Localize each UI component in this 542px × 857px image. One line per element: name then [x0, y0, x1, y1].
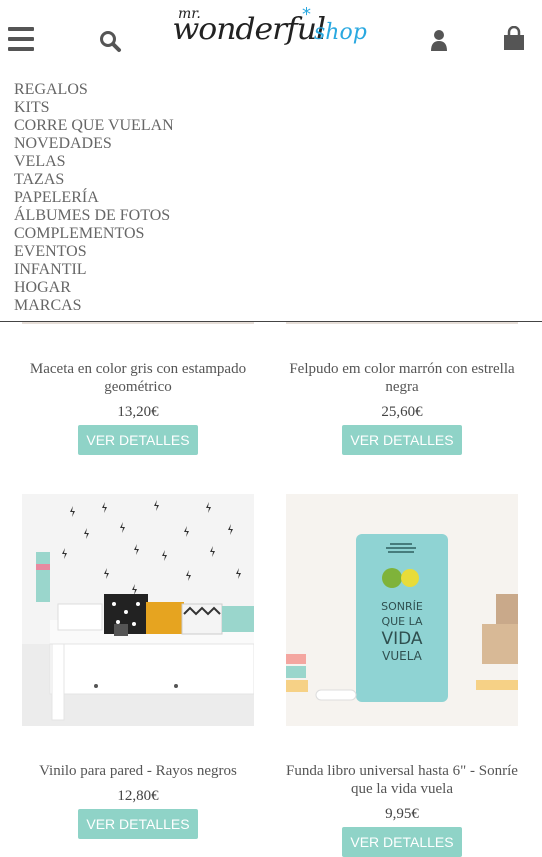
details-button[interactable]: VER DETALLES	[78, 425, 198, 455]
product-card: Funda libro universal hasta 6" - Sonríe …	[286, 762, 518, 857]
product-price: 12,80€	[117, 788, 159, 804]
product-card: Vinilo para pared - Rayos negros 12,80€ …	[22, 762, 254, 839]
menu-item-eventos[interactable]: EVENTOS	[14, 243, 174, 261]
product-price: 9,95€	[385, 806, 419, 822]
menu-item-corre-que-vuelan[interactable]: CORRE QUE VUELAN	[14, 117, 174, 135]
menu-item-papeleria[interactable]: PAPELERÍA	[14, 189, 174, 207]
product-title[interactable]: Felpudo em color marrón con estrella neg…	[286, 360, 518, 396]
menu-icon[interactable]	[8, 27, 34, 51]
book-text-line: VIDA	[381, 629, 422, 649]
product-title[interactable]: Funda libro universal hasta 6" - Sonríe …	[286, 762, 518, 798]
product-image[interactable]: SONRÍE QUE LA VIDA VUELA	[286, 494, 518, 726]
menu-item-complementos[interactable]: COMPLEMENTOS	[14, 225, 174, 243]
cart-icon[interactable]	[502, 26, 526, 52]
product-price: 13,20€	[117, 404, 159, 420]
menu-item-tazas[interactable]: TAZAS	[14, 171, 174, 189]
site-header: mr. wonderful * shop	[0, 0, 542, 80]
book-cover-image: SONRÍE QUE LA VIDA VUELA	[286, 494, 518, 726]
menu-item-kits[interactable]: KITS	[14, 99, 174, 117]
logo-star-icon: *	[302, 4, 311, 25]
details-button[interactable]: VER DETALLES	[342, 425, 462, 455]
menu-item-albumes[interactable]: ÁLBUMES DE FOTOS	[14, 207, 174, 225]
logo-shop: shop	[314, 20, 367, 45]
site-logo[interactable]: mr. wonderful * shop	[172, 4, 376, 66]
menu-item-hogar[interactable]: HOGAR	[14, 279, 174, 297]
product-card: Maceta en color gris con estampado geomé…	[22, 360, 254, 455]
book-text-line: VUELA	[382, 649, 423, 663]
details-button[interactable]: VER DETALLES	[342, 827, 462, 857]
book-text-line: SONRÍE	[381, 600, 423, 613]
bedroom-wall-image	[22, 494, 254, 726]
product-title[interactable]: Maceta en color gris con estampado geomé…	[22, 360, 254, 396]
search-icon[interactable]	[98, 29, 122, 53]
menu-item-marcas[interactable]: MARCAS	[14, 297, 174, 315]
menu-item-regalos[interactable]: REGALOS	[14, 81, 174, 99]
product-title[interactable]: Vinilo para pared - Rayos negros	[22, 762, 254, 780]
book-text-line: QUE LA	[381, 615, 423, 628]
product-price: 25,60€	[381, 404, 423, 420]
menu-item-velas[interactable]: VELAS	[14, 153, 174, 171]
menu-item-novedades[interactable]: NOVEDADES	[14, 135, 174, 153]
product-image[interactable]	[22, 494, 254, 726]
product-card: Felpudo em color marrón con estrella neg…	[286, 360, 518, 455]
details-button[interactable]: VER DETALLES	[78, 809, 198, 839]
menu-item-infantil[interactable]: INFANTIL	[14, 261, 174, 279]
user-icon[interactable]	[430, 28, 448, 52]
category-menu: REGALOS KITS CORRE QUE VUELAN NOVEDADES …	[0, 80, 542, 322]
